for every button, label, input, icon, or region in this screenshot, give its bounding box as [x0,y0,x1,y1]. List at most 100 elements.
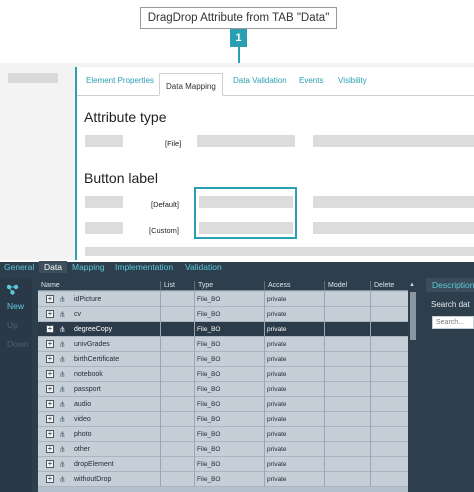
row-name[interactable]: withoutDrop [71,472,111,487]
column-divider [160,322,161,337]
row-access: private [267,431,287,438]
column-divider [324,307,325,322]
tab-element-properties[interactable]: Element Properties [86,76,154,85]
row-access: private [267,401,287,408]
row-type: File_BO [197,341,221,348]
expand-icon[interactable]: + [46,295,54,303]
tab-validation[interactable]: Validation [185,262,222,272]
tab-events[interactable]: Events [299,76,323,85]
column-divider [160,382,161,397]
column-divider [324,292,325,307]
row-name[interactable]: audio [71,397,91,412]
expand-icon[interactable]: + [46,415,54,423]
property-tabs: Element Properties Data Mapping Data Val… [77,70,474,96]
expand-icon[interactable]: + [46,475,54,483]
column-divider [370,352,371,367]
expand-icon[interactable]: + [46,355,54,363]
table-row[interactable]: + ⋔ other File_BO private [38,442,408,457]
attribute-type-title: Attribute type [84,109,167,125]
column-divider [160,397,161,412]
table-row[interactable]: + ⋔ birthCertificate File_BO private [38,352,408,367]
row-name[interactable]: cv [71,307,81,322]
expand-icon[interactable]: + [46,325,54,333]
column-header-model[interactable]: Model [324,281,370,291]
column-header-access[interactable]: Access [264,281,324,291]
expand-icon[interactable]: + [46,460,54,468]
row-type: File_BO [197,311,221,318]
row-name[interactable]: other [71,442,90,457]
custom-label-field-secondary[interactable] [313,222,474,234]
row-name[interactable]: notebook [71,367,103,382]
table-row[interactable]: + ⋔ withoutDrop File_BO private [38,472,408,487]
row-type: File_BO [197,371,221,378]
column-header-delete[interactable]: Delete [370,281,408,291]
down-button[interactable]: Down [7,339,29,349]
file-label: [File] [165,139,182,148]
attribute-node-icon: ⋔ [59,340,66,349]
table-row[interactable]: + ⋔ idPicture File_BO private [38,292,408,307]
row-name[interactable]: video [71,412,91,427]
expand-icon[interactable]: + [46,370,54,378]
tab-data-validation[interactable]: Data Validation [233,76,287,85]
default-label-field-secondary[interactable] [313,196,474,208]
row-access: private [267,341,287,348]
expand-icon[interactable]: + [46,445,54,453]
row-type: File_BO [197,476,221,483]
attribute-node-icon: ⋔ [59,310,66,319]
network-icon[interactable] [6,284,19,295]
column-divider [370,427,371,442]
button-label-title: Button label [84,170,158,186]
column-header-type[interactable]: Type [194,281,264,291]
attribute-node-icon: ⋔ [59,415,66,424]
column-divider [370,382,371,397]
column-divider [324,337,325,352]
table-row[interactable]: + ⋔ degreeCopy File_BO private [38,322,408,337]
column-divider [160,307,161,322]
row-access: private [267,356,287,363]
expand-icon[interactable]: + [46,430,54,438]
column-divider [370,307,371,322]
row-type: File_BO [197,431,221,438]
tab-data-mapping[interactable]: Data Mapping [159,73,223,96]
up-button[interactable]: Up [7,320,18,330]
attribute-node-icon: ⋔ [59,325,66,334]
search-input[interactable]: Search... [432,316,474,329]
row-name[interactable]: birthCertificate [71,352,119,367]
table-row[interactable]: + ⋔ notebook File_BO private [38,367,408,382]
expand-icon[interactable]: + [46,385,54,393]
attribute-type-field-secondary[interactable] [313,135,474,147]
expand-icon[interactable]: + [46,400,54,408]
tab-general[interactable]: General [4,262,34,272]
row-name[interactable]: dropElement [71,457,114,472]
new-button[interactable]: New [7,301,24,311]
scrollbar-thumb[interactable] [410,292,416,340]
table-row[interactable]: + ⋔ univGrades File_BO private [38,337,408,352]
expand-icon[interactable]: + [46,310,54,318]
row-name[interactable]: idPicture [71,292,101,307]
attribute-type-field[interactable] [197,135,295,147]
column-header-list[interactable]: List [160,281,194,291]
description-panel [426,278,474,492]
expand-icon[interactable]: + [46,340,54,348]
row-name[interactable]: photo [71,427,92,442]
column-divider [370,367,371,382]
column-header-name[interactable]: Name [38,281,160,291]
row-access: private [267,386,287,393]
table-row[interactable]: + ⋔ cv File_BO private [38,307,408,322]
table-row[interactable]: + ⋔ video File_BO private [38,412,408,427]
tab-mapping[interactable]: Mapping [72,262,105,272]
table-row[interactable]: + ⋔ audio File_BO private [38,397,408,412]
column-divider [370,472,371,487]
row-name[interactable]: degreeCopy [71,322,112,337]
row-name[interactable]: univGrades [71,337,110,352]
scroll-up-icon[interactable]: ▲ [409,282,415,288]
row-name[interactable]: passport [71,382,101,397]
tab-implementation[interactable]: Implementation [115,262,173,272]
tab-visibility[interactable]: Visibility [338,76,367,85]
table-row[interactable]: + ⋔ passport File_BO private [38,382,408,397]
table-row[interactable]: + ⋔ dropElement File_BO private [38,457,408,472]
row-access: private [267,446,287,453]
tab-data[interactable]: Data [39,261,67,273]
column-divider [160,292,161,307]
table-row[interactable]: + ⋔ photo File_BO private [38,427,408,442]
